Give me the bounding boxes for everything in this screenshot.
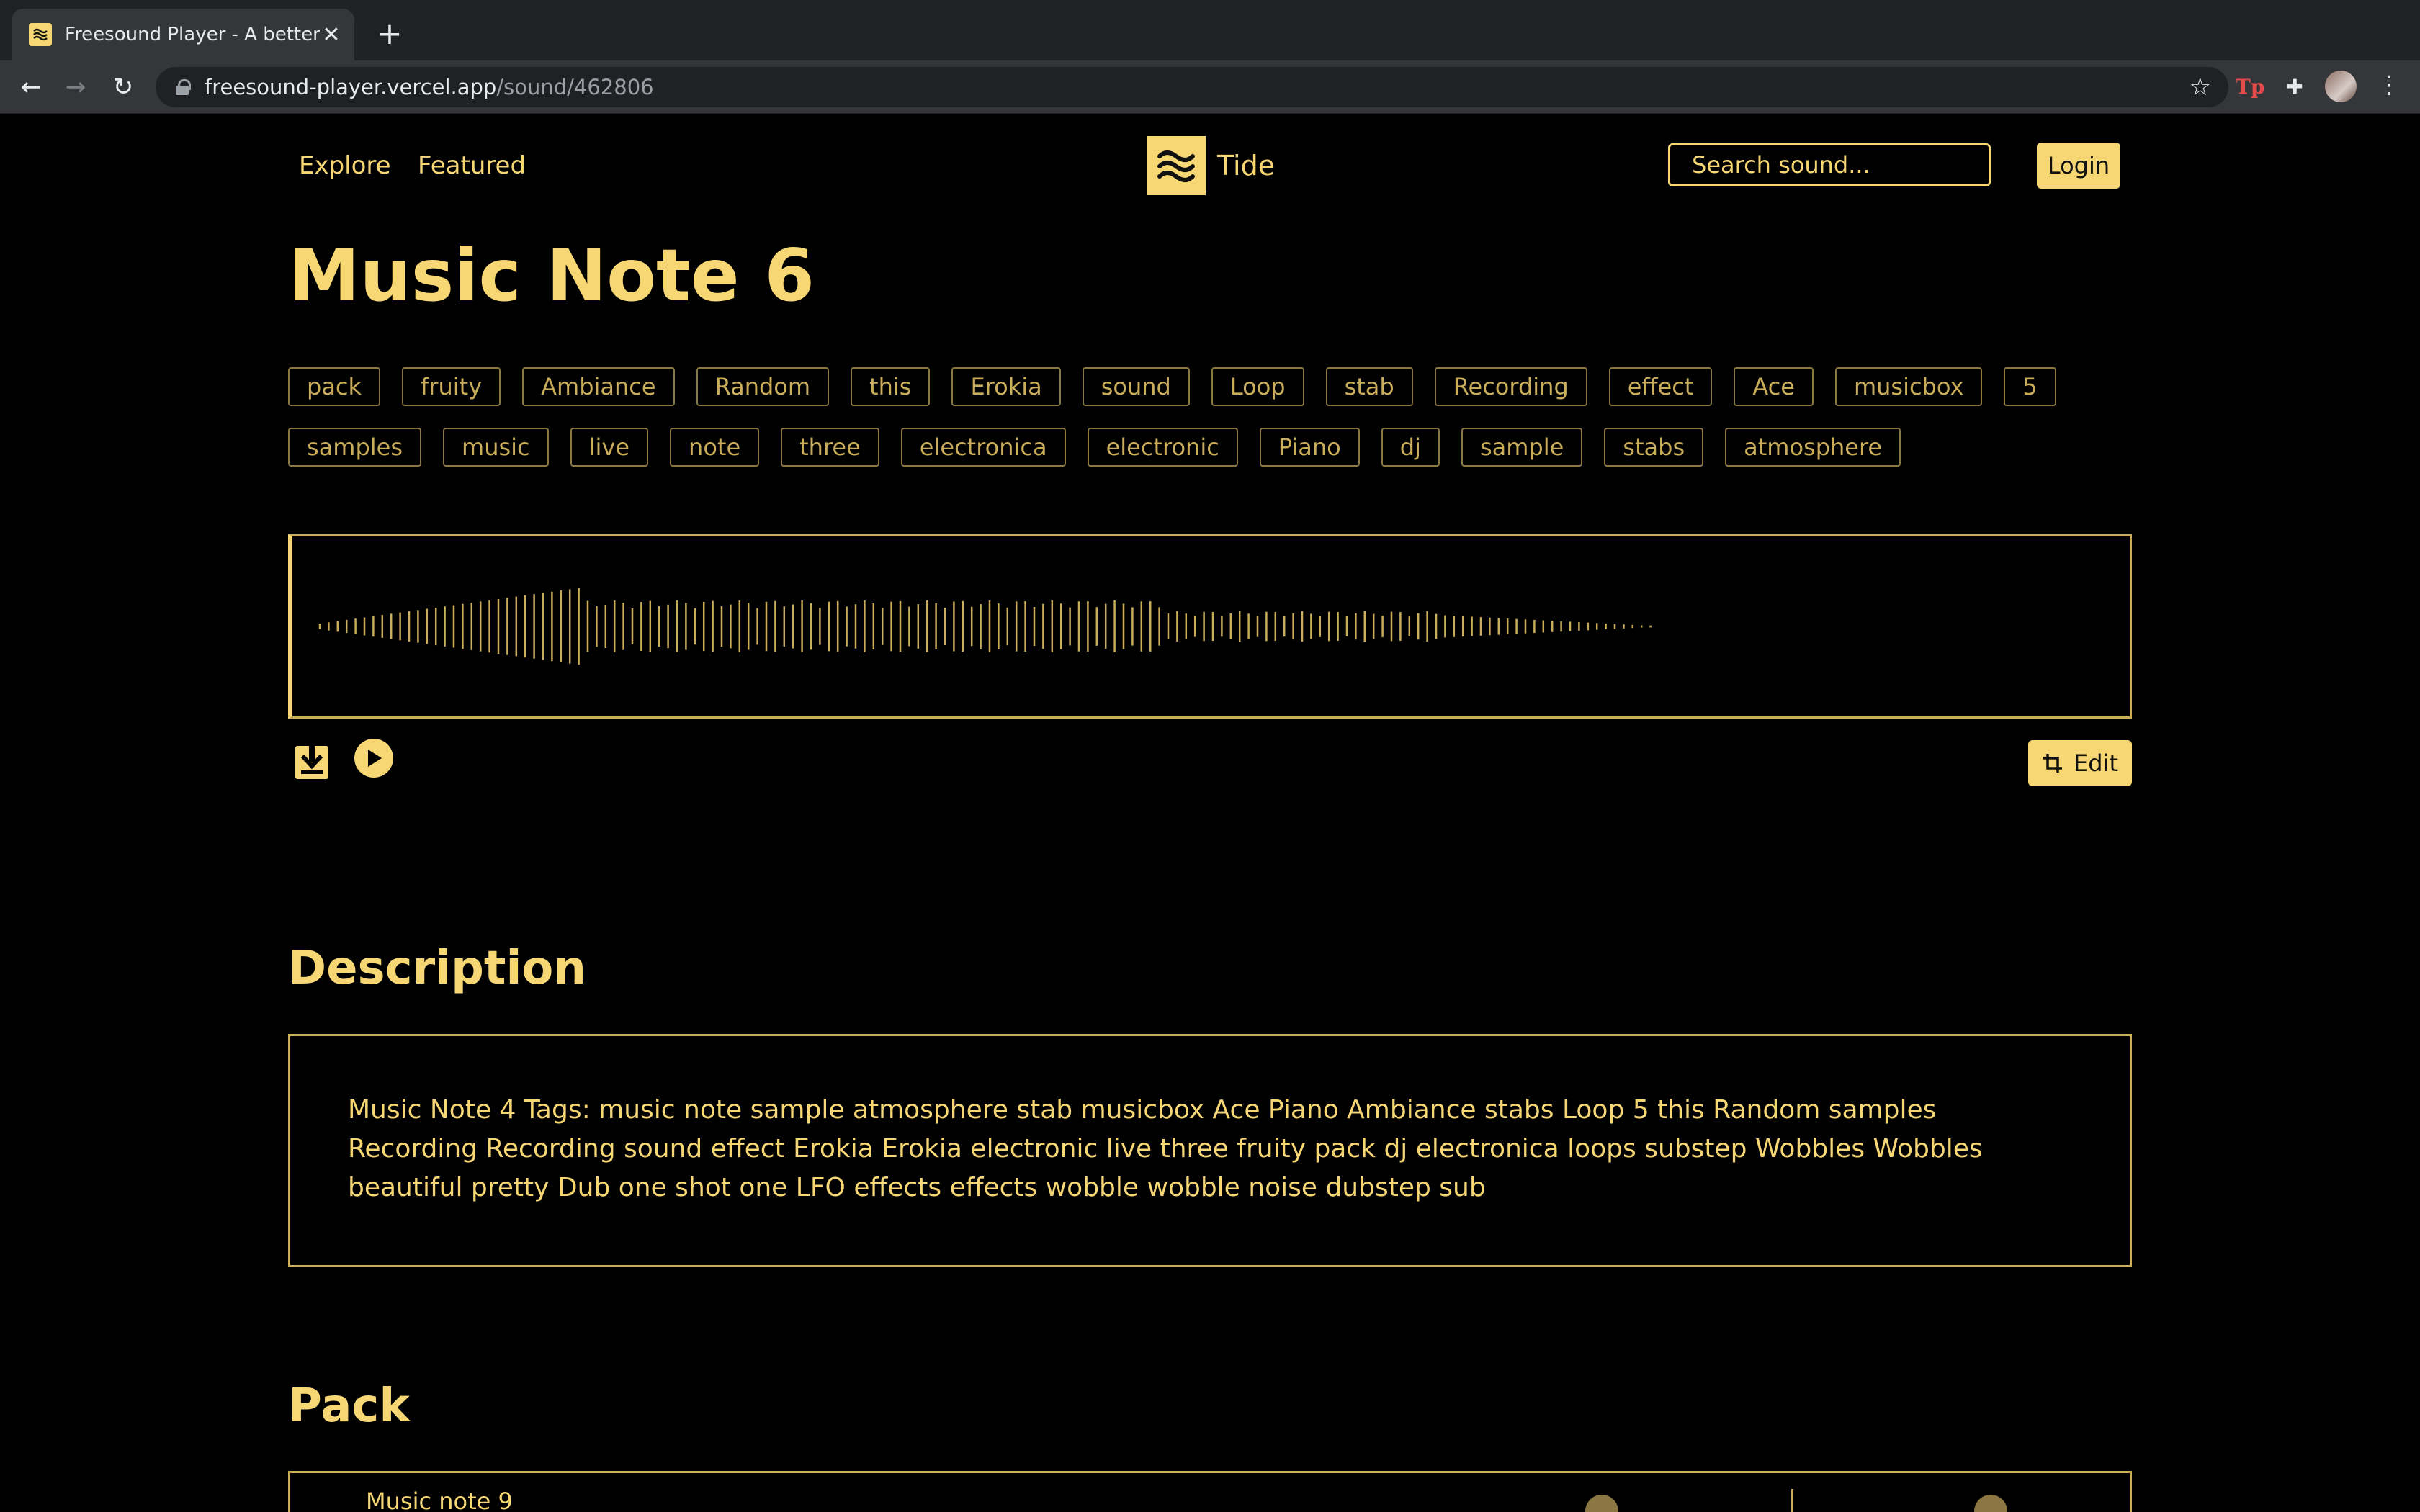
waveform-svg [318,588,1652,665]
tag-chip[interactable]: electronic [1087,428,1238,467]
pack-heading: Pack [288,1380,410,1433]
nav-featured-link[interactable]: Featured [418,151,526,180]
tag-chip[interactable]: three [781,428,879,467]
login-button[interactable]: Login [2037,143,2120,189]
extensions-puzzle-icon[interactable]: ✚ [2280,71,2309,104]
tag-chip[interactable]: Ambiance [522,367,675,406]
edit-label: Edit [2074,750,2118,777]
tag-chip[interactable]: music [443,428,549,467]
tab-title: Freesound Player - A better Freesound [65,24,320,45]
new-tab-button[interactable]: + [372,16,408,52]
description-heading: Description [288,942,586,995]
browser-tab-bar: Freesound Player - A better Freesound ✕ … [0,0,2420,60]
lock-icon [176,79,191,95]
pack-info-icon[interactable] [1585,1495,1618,1512]
pack-divider [1791,1489,1793,1512]
play-icon [368,750,382,767]
tag-chip[interactable]: sample [1461,428,1583,467]
tag-chip[interactable]: note [670,428,760,467]
nav-explore-link[interactable]: Explore [299,151,391,180]
page-content: Explore Featured Tide Login Music Note 6… [0,114,2420,1512]
page-title: Music Note 6 [288,233,815,318]
waveform[interactable] [288,534,2132,719]
close-tab-icon[interactable]: ✕ [320,22,343,48]
tag-chip[interactable]: this [851,367,931,406]
pack-list: Music note 9 [288,1471,2132,1512]
pack-item-title[interactable]: Music note 9 [366,1488,513,1512]
play-button[interactable] [354,739,393,778]
tag-chip[interactable]: sound [1082,367,1190,406]
tag-chip[interactable]: live [570,428,649,467]
tag-chip[interactable]: stab [1325,367,1413,406]
tag-chip[interactable]: pack [288,367,381,406]
tag-list: pack fruity Ambiance Random this Erokia sound L… [288,367,2132,467]
tag-chip[interactable]: 5 [2004,367,2056,406]
tag-chip[interactable]: Erokia [951,367,1061,406]
brand-name: Tide [1217,150,1276,181]
forward-arrow-icon[interactable]: → [59,71,92,104]
tag-chip[interactable]: atmosphere [1725,428,1901,467]
tag-chip[interactable]: Recording [1434,367,1587,406]
tide-favicon-icon [29,23,52,46]
tp-extension-icon[interactable]: Tp [2236,71,2264,104]
edit-button[interactable]: Edit [2028,740,2132,786]
tag-chip[interactable]: dj [1381,428,1440,467]
tag-chip[interactable]: Random [696,367,830,406]
url-host: freesound-player.vercel.app [205,75,497,99]
tag-chip[interactable]: stabs [1604,428,1704,467]
reload-icon[interactable]: ↻ [107,71,140,104]
tag-chip[interactable]: Ace [1734,367,1814,406]
browser-tab[interactable]: Freesound Player - A better Freesound ✕ [12,9,354,60]
search-input[interactable] [1668,143,1991,186]
download-icon[interactable] [295,740,328,779]
tag-chip[interactable]: Loop [1211,367,1304,406]
back-arrow-icon[interactable]: ← [14,71,48,104]
pack-play-icon[interactable] [1974,1495,2007,1512]
tag-chip[interactable]: effect [1608,367,1713,406]
brand[interactable]: Tide [1147,136,1275,195]
bookmark-star-icon[interactable]: ☆ [2190,73,2211,102]
tag-chip[interactable]: samples [288,428,422,467]
description-text: Music Note 4 Tags: music note sample atm… [348,1095,1983,1202]
tag-chip[interactable]: electronica [900,428,1066,467]
url-path: /sound/462806 [496,75,654,99]
address-bar[interactable]: freesound-player.vercel.app/sound/462806… [156,67,2228,107]
tag-chip[interactable]: musicbox [1834,367,1983,406]
browser-menu-icon[interactable]: ⋮ [2377,71,2401,104]
profile-avatar[interactable] [2325,71,2357,102]
crop-icon [2043,754,2063,773]
tag-chip[interactable]: Piano [1259,428,1360,467]
browser-toolbar: ← → ↻ freesound-player.vercel.app/sound/… [0,60,2420,114]
tag-chip[interactable]: fruity [402,367,501,406]
description-box: Music Note 4 Tags: music note sample atm… [288,1034,2132,1267]
tide-logo-icon [1147,136,1206,195]
